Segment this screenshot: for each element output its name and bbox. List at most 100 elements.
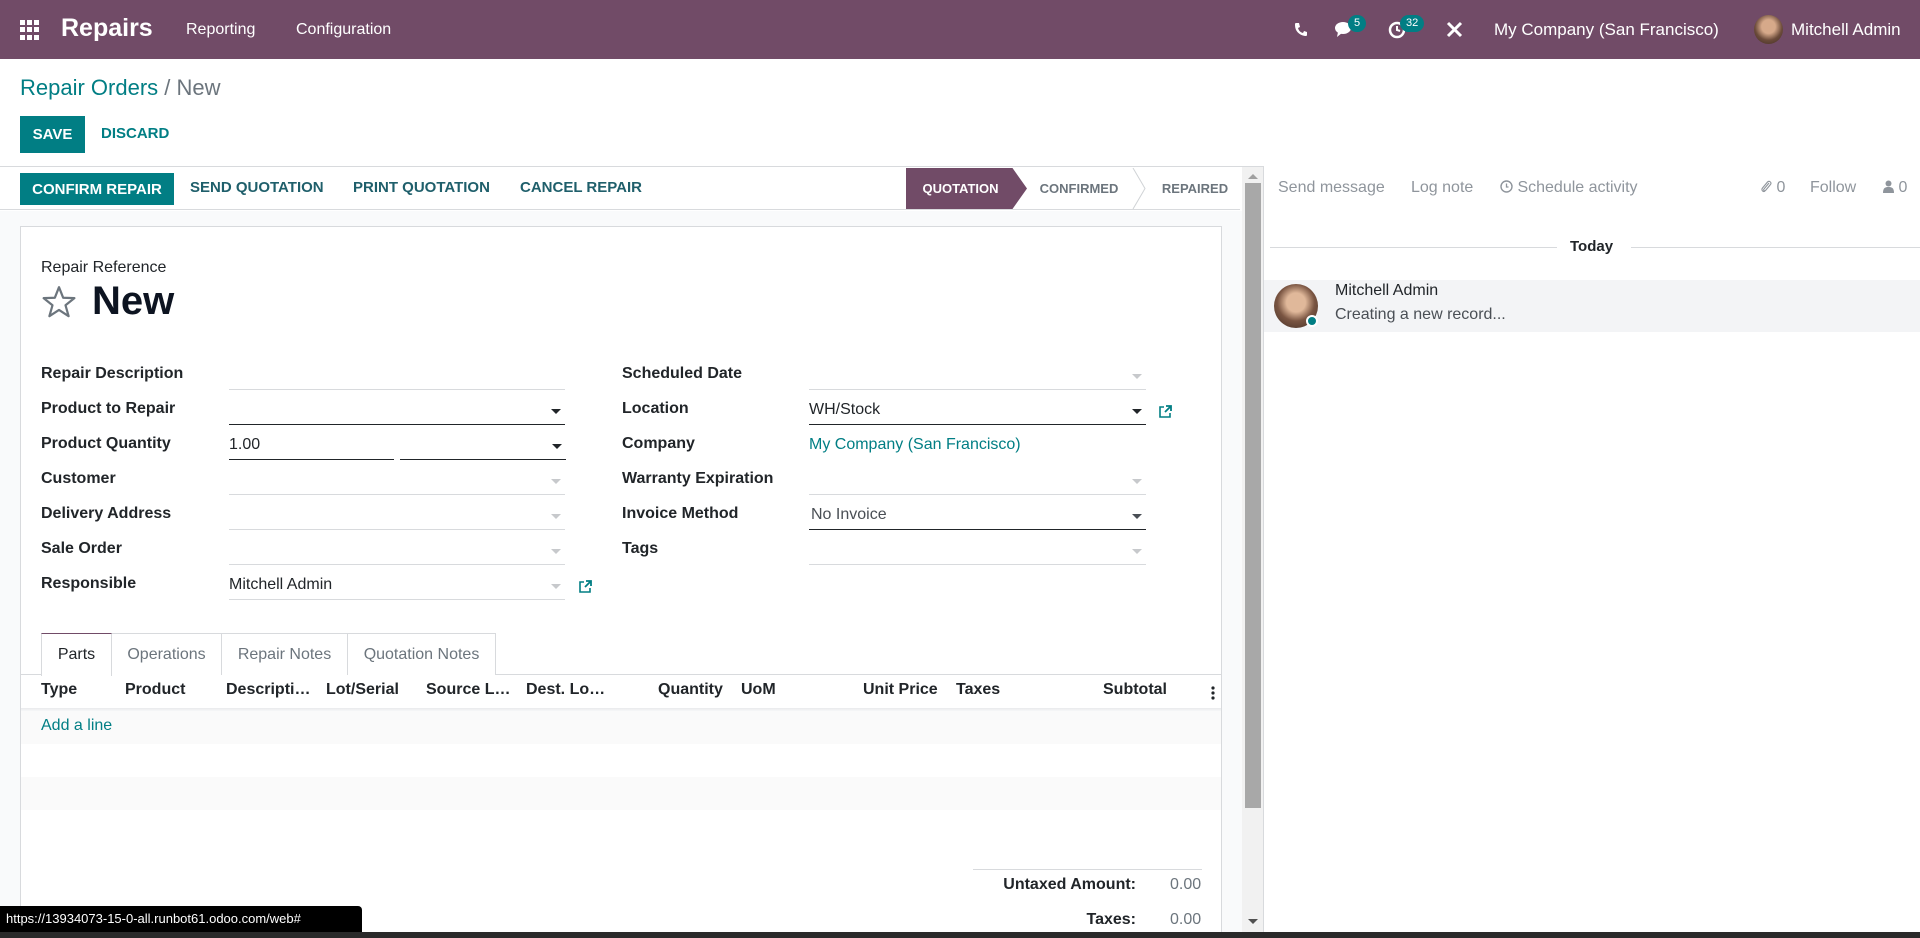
label-company: Company	[622, 435, 695, 452]
col-quantity[interactable]: Quantity	[658, 681, 723, 699]
col-lot-serial[interactable]: Lot/Serial	[326, 681, 399, 699]
sale-order-select[interactable]	[229, 538, 565, 565]
label-warranty-expiration: Warranty Expiration	[622, 470, 774, 487]
col-type[interactable]: Type	[41, 681, 77, 699]
date-separator: Today	[1570, 238, 1614, 255]
label-product-quantity: Product Quantity	[41, 435, 171, 452]
invoice-method-select[interactable]: No Invoice	[809, 503, 1146, 530]
col-description[interactable]: Descripti…	[226, 681, 310, 699]
tags-input[interactable]	[809, 538, 1146, 565]
follow-button[interactable]: Follow	[1810, 179, 1856, 197]
activities-badge: 32	[1400, 15, 1425, 32]
attachments-button[interactable]: 0	[1760, 179, 1785, 197]
online-status-icon	[1306, 315, 1318, 327]
breadcrumb: Repair Orders / New	[20, 75, 221, 101]
product-uom-select[interactable]	[400, 433, 566, 460]
product-to-repair-select[interactable]	[229, 398, 565, 425]
scheduled-date-input[interactable]	[809, 363, 1146, 390]
chevron-down-icon	[551, 514, 561, 519]
col-taxes[interactable]: Taxes	[956, 681, 1000, 699]
col-subtotal[interactable]: Subtotal	[1103, 681, 1167, 699]
scroll-up-icon[interactable]	[1248, 174, 1258, 179]
stage-quotation[interactable]: QUOTATION	[906, 168, 1027, 209]
col-unit-price[interactable]: Unit Price	[863, 681, 938, 699]
user-avatar[interactable]	[1754, 15, 1783, 44]
form-sheet	[20, 226, 1222, 938]
customer-select[interactable]	[229, 468, 565, 495]
scroll-down-icon[interactable]	[1248, 919, 1258, 924]
debug-tools-icon[interactable]	[1446, 21, 1463, 38]
status-bar: CONFIRM REPAIR SEND QUOTATION PRINT QUOT…	[0, 167, 1240, 210]
window-bottom-edge	[0, 932, 1920, 938]
status-url-tooltip: https://13934073-15-0-all.runbot61.odoo.…	[0, 906, 362, 932]
tab-parts[interactable]: Parts	[41, 633, 112, 676]
external-link-icon[interactable]	[1158, 404, 1173, 419]
send-quotation-button[interactable]: SEND QUOTATION	[190, 179, 324, 196]
optional-columns-icon[interactable]	[1211, 685, 1215, 701]
stage-repaired[interactable]: REPAIRED	[1150, 168, 1240, 209]
tab-quotation-notes[interactable]: Quotation Notes	[347, 633, 496, 675]
chatter-message: Mitchell Admin Creating a new record...	[1264, 280, 1920, 332]
user-icon	[1883, 180, 1894, 193]
followers-button[interactable]: 0	[1883, 179, 1907, 197]
save-button[interactable]: SAVE	[20, 116, 85, 153]
user-menu[interactable]: Mitchell Admin	[1791, 20, 1901, 40]
menu-configuration[interactable]: Configuration	[296, 21, 391, 39]
form-scrollbar[interactable]	[1242, 167, 1264, 938]
add-line-link[interactable]: Add a line	[41, 717, 112, 735]
record-name[interactable]: New	[92, 279, 174, 324]
tab-operations[interactable]: Operations	[111, 633, 222, 675]
location-select[interactable]: WH/Stock	[809, 398, 1146, 425]
company-switcher[interactable]: My Company (San Francisco)	[1494, 20, 1719, 40]
product-quantity-input[interactable]: 1.00	[229, 433, 394, 460]
warranty-expiration-input[interactable]	[809, 468, 1146, 495]
label-product-to-repair: Product to Repair	[41, 400, 176, 417]
scroll-thumb[interactable]	[1245, 183, 1261, 808]
phone-icon[interactable]	[1294, 22, 1308, 37]
chevron-down-icon	[551, 584, 561, 589]
stage-confirmed[interactable]: CONFIRMED	[1030, 168, 1128, 209]
external-link-icon[interactable]	[578, 579, 593, 594]
label-sale-order: Sale Order	[41, 540, 122, 557]
label-repair-description: Repair Description	[41, 365, 184, 382]
untaxed-amount-value: 0.00	[1170, 876, 1202, 893]
chevron-down-icon	[1132, 374, 1142, 379]
log-note-button[interactable]: Log note	[1411, 179, 1473, 197]
chevron-down-icon	[1132, 479, 1142, 484]
col-product[interactable]: Product	[125, 681, 185, 699]
confirm-repair-button[interactable]: CONFIRM REPAIR	[20, 173, 174, 205]
label-customer: Customer	[41, 470, 116, 487]
delivery-address-select[interactable]	[229, 503, 565, 530]
chevron-down-icon	[551, 549, 561, 554]
app-menu-grid-icon[interactable]	[20, 20, 40, 40]
chevron-down-icon	[552, 444, 562, 449]
label-tags: Tags	[622, 540, 659, 557]
messages-badge: 5	[1348, 15, 1367, 32]
cancel-repair-button[interactable]: CANCEL REPAIR	[520, 179, 642, 196]
message-author[interactable]: Mitchell Admin	[1335, 282, 1438, 300]
discard-button[interactable]: DISCARD	[101, 125, 169, 142]
label-scheduled-date: Scheduled Date	[622, 365, 743, 382]
tab-repair-notes[interactable]: Repair Notes	[221, 633, 348, 675]
col-dest-location[interactable]: Dest. Lo…	[526, 681, 605, 699]
breadcrumb-parent[interactable]: Repair Orders	[20, 75, 158, 100]
responsible-value: Mitchell Admin	[229, 576, 333, 593]
paperclip-icon	[1761, 180, 1772, 192]
menu-reporting[interactable]: Reporting	[186, 21, 255, 39]
col-source-location[interactable]: Source L…	[426, 681, 510, 699]
send-message-button[interactable]: Send message	[1278, 179, 1385, 197]
divider	[1270, 247, 1557, 248]
repair-reference-label: Repair Reference	[41, 259, 167, 276]
app-name[interactable]: Repairs	[61, 14, 153, 43]
invoice-method-value: No Invoice	[811, 506, 887, 523]
star-icon[interactable]	[41, 285, 77, 319]
schedule-activity-button[interactable]: Schedule activity	[1500, 179, 1638, 197]
col-uom[interactable]: UoM	[741, 681, 776, 699]
repair-description-input[interactable]	[229, 363, 565, 390]
company-link[interactable]: My Company (San Francisco)	[809, 436, 1021, 454]
responsible-select[interactable]: Mitchell Admin	[229, 573, 565, 600]
print-quotation-button[interactable]: PRINT QUOTATION	[353, 179, 490, 196]
chevron-down-icon	[1132, 409, 1142, 414]
table-row	[21, 711, 1221, 744]
schedule-activity-label: Schedule activity	[1517, 179, 1638, 196]
